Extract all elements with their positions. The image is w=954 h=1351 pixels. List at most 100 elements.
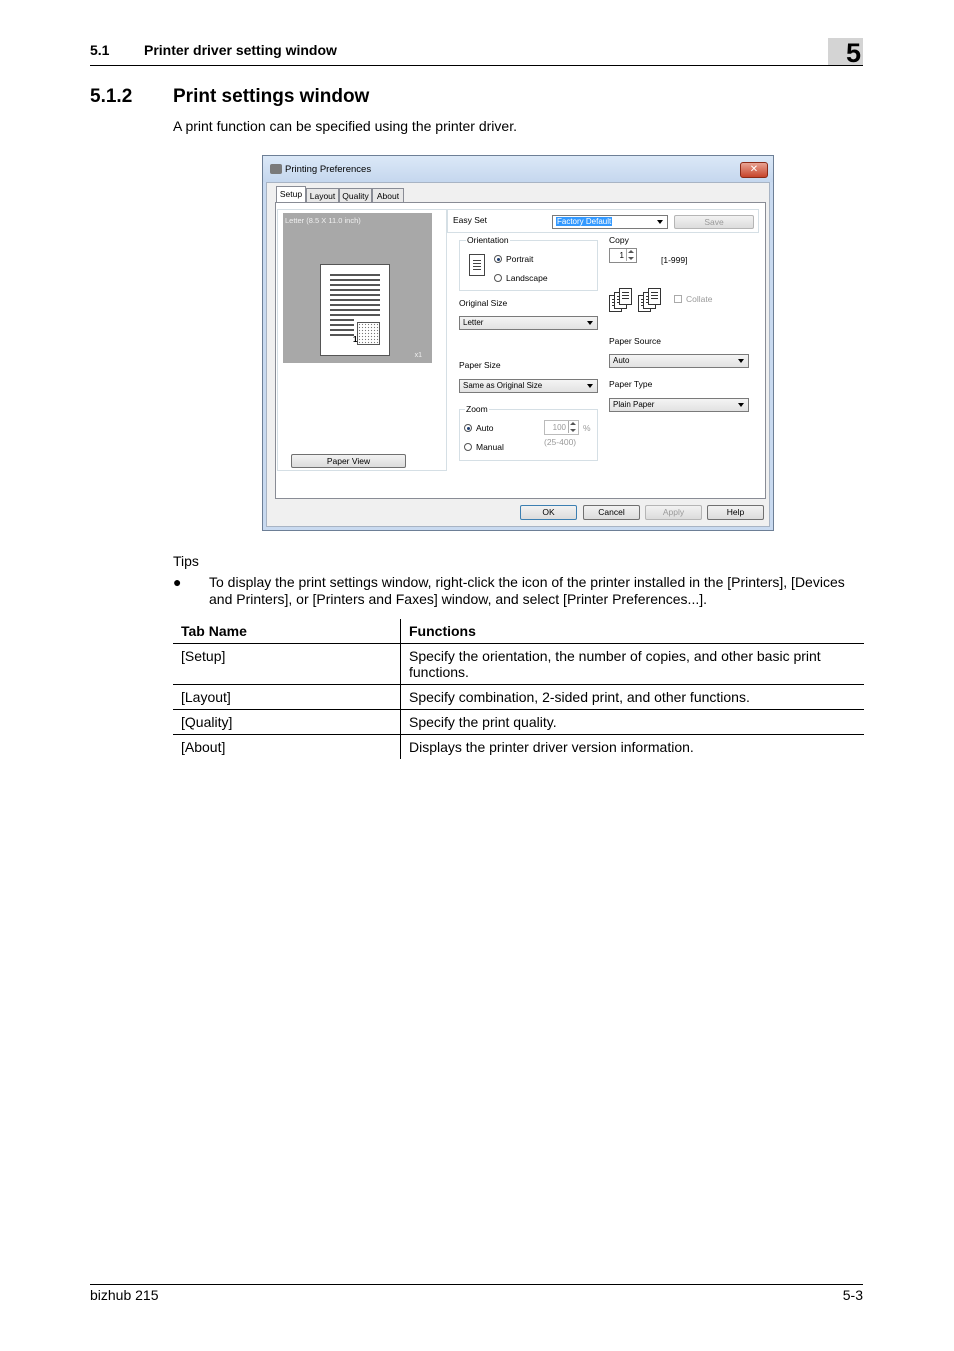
tab-about[interactable]: About — [372, 188, 404, 202]
printing-preferences-dialog: Printing Preferences ✕ Setup Layout Qual… — [262, 155, 774, 531]
cell-tab-name: [About] — [173, 734, 401, 759]
preview-paper-label: Letter (8.5 X 11.0 inch) — [285, 216, 361, 225]
original-size-select[interactable]: Letter — [459, 316, 598, 330]
portrait-radio[interactable] — [494, 255, 502, 263]
save-button[interactable]: Save — [674, 215, 754, 229]
tips-text: To display the print settings window, ri… — [209, 574, 845, 607]
chevron-down-icon — [738, 359, 744, 363]
portrait-document-icon — [469, 254, 485, 276]
copy-value: 1 — [619, 251, 624, 260]
tab-quality[interactable]: Quality — [339, 188, 372, 202]
zoom-range: (25-400) — [544, 437, 577, 447]
easy-set-label: Easy Set — [453, 215, 488, 225]
chevron-down-icon — [657, 220, 663, 224]
paper-type-label: Paper Type — [609, 379, 653, 389]
zoom-manual-radio[interactable] — [464, 443, 472, 451]
dialog-body: Setup Layout Quality About Letter (8.5 X… — [266, 182, 770, 527]
landscape-radio[interactable] — [494, 274, 502, 282]
paper-type-select[interactable]: Plain Paper — [609, 398, 749, 412]
copy-range: [1-999] — [661, 255, 688, 265]
cell-function: Specify the print quality. — [400, 709, 864, 735]
zoom-group — [459, 409, 598, 461]
zoom-unit: % — [583, 423, 591, 433]
paper-preview: Letter (8.5 X 11.0 inch) x1 1 — [283, 213, 432, 363]
section-number: 5.1.2 — [90, 86, 133, 107]
copy-stepper[interactable]: 1 — [609, 248, 637, 263]
tab-layout[interactable]: Layout — [306, 188, 339, 202]
header-section-title: Printer driver setting window — [144, 42, 337, 58]
header-rule — [90, 65, 863, 66]
footer-rule — [90, 1284, 863, 1285]
tab-functions-table: Tab Name Functions [Setup] Specify the o… — [173, 619, 864, 759]
cancel-button[interactable]: Cancel — [583, 505, 640, 520]
cell-function: Specify combination, 2-sided print, and … — [400, 684, 864, 710]
running-header: 5.1 Printer driver setting window — [90, 42, 337, 58]
preview-page: 1 — [320, 264, 390, 356]
zoom-manual-label: Manual — [476, 442, 504, 452]
chevron-down-icon — [587, 384, 593, 388]
header-tab-name: Tab Name — [173, 619, 401, 644]
landscape-label: Landscape — [506, 273, 548, 283]
collate-checkbox[interactable] — [674, 295, 682, 303]
tab-setup[interactable]: Setup — [276, 186, 306, 203]
zoom-auto-radio[interactable] — [464, 424, 472, 432]
stepper-down-icon — [568, 427, 577, 433]
zoom-label: Zoom — [465, 404, 489, 414]
copies-stack-icon — [609, 288, 634, 312]
ok-button[interactable]: OK — [520, 505, 577, 520]
dialog-title-bar: Printing Preferences ✕ — [263, 156, 773, 182]
zoom-value: 100 — [552, 423, 566, 432]
paper-view-button[interactable]: Paper View — [291, 454, 406, 468]
cell-tab-name: [Setup] — [173, 643, 401, 685]
orientation-label: Orientation — [466, 235, 510, 245]
original-size-value: Letter — [463, 318, 484, 327]
preview-page-number: 1 — [353, 335, 358, 344]
preview-scale: x1 — [414, 352, 422, 359]
dialog-title: Printing Preferences — [285, 164, 372, 175]
chapter-number: 5 — [828, 38, 863, 68]
table-row: [About] Displays the printer driver vers… — [173, 734, 864, 759]
paper-size-value: Same as Original Size — [463, 381, 543, 390]
chevron-down-icon — [587, 321, 593, 325]
paper-size-select[interactable]: Same as Original Size — [459, 379, 598, 393]
stepper-down-icon — [626, 255, 635, 261]
paper-type-value: Plain Paper — [613, 400, 655, 409]
intro-paragraph: A print function can be specified using … — [173, 118, 517, 134]
table-row: [Layout] Specify combination, 2-sided pr… — [173, 684, 864, 710]
section-heading: 5.1.2 Print settings window — [90, 86, 369, 108]
easy-set-select[interactable]: Factory Default — [552, 215, 668, 229]
footer-page-number: 5-3 — [842, 1287, 863, 1303]
chevron-down-icon — [738, 403, 744, 407]
header-section-number: 5.1 — [90, 42, 110, 58]
paper-source-select[interactable]: Auto — [609, 354, 749, 368]
close-button[interactable]: ✕ — [740, 162, 768, 178]
footer-product: bizhub 215 — [90, 1287, 159, 1303]
cell-tab-name: [Layout] — [173, 684, 401, 710]
section-title: Print settings window — [173, 86, 370, 107]
table-row: [Quality] Specify the print quality. — [173, 709, 864, 735]
setup-tab-panel: Letter (8.5 X 11.0 inch) x1 1 Paper View… — [275, 202, 766, 499]
cell-function: Specify the orientation, the number of c… — [400, 643, 864, 685]
dot-pattern — [357, 322, 380, 345]
header-functions: Functions — [400, 619, 864, 644]
portrait-label: Portrait — [506, 254, 534, 264]
tips-heading: Tips — [173, 553, 199, 569]
printer-icon — [270, 164, 282, 174]
original-size-label: Original Size — [459, 298, 508, 308]
paper-source-label: Paper Source — [609, 336, 661, 346]
collate-label: Collate — [686, 294, 713, 304]
bullet-icon: ● — [173, 574, 182, 590]
collated-copies-icon — [638, 288, 663, 312]
help-button[interactable]: Help — [707, 505, 764, 520]
table-header-row: Tab Name Functions — [173, 619, 864, 644]
copy-label: Copy — [609, 235, 629, 245]
paper-size-label: Paper Size — [459, 360, 501, 370]
paper-source-value: Auto — [613, 356, 630, 365]
apply-button[interactable]: Apply — [645, 505, 702, 520]
table-row: [Setup] Specify the orientation, the num… — [173, 643, 864, 685]
easy-set-value: Factory Default — [556, 217, 613, 226]
cell-tab-name: [Quality] — [173, 709, 401, 735]
cell-function: Displays the printer driver version info… — [409, 739, 694, 755]
zoom-auto-label: Auto — [476, 423, 494, 433]
zoom-value-stepper[interactable]: 100 — [544, 420, 579, 435]
